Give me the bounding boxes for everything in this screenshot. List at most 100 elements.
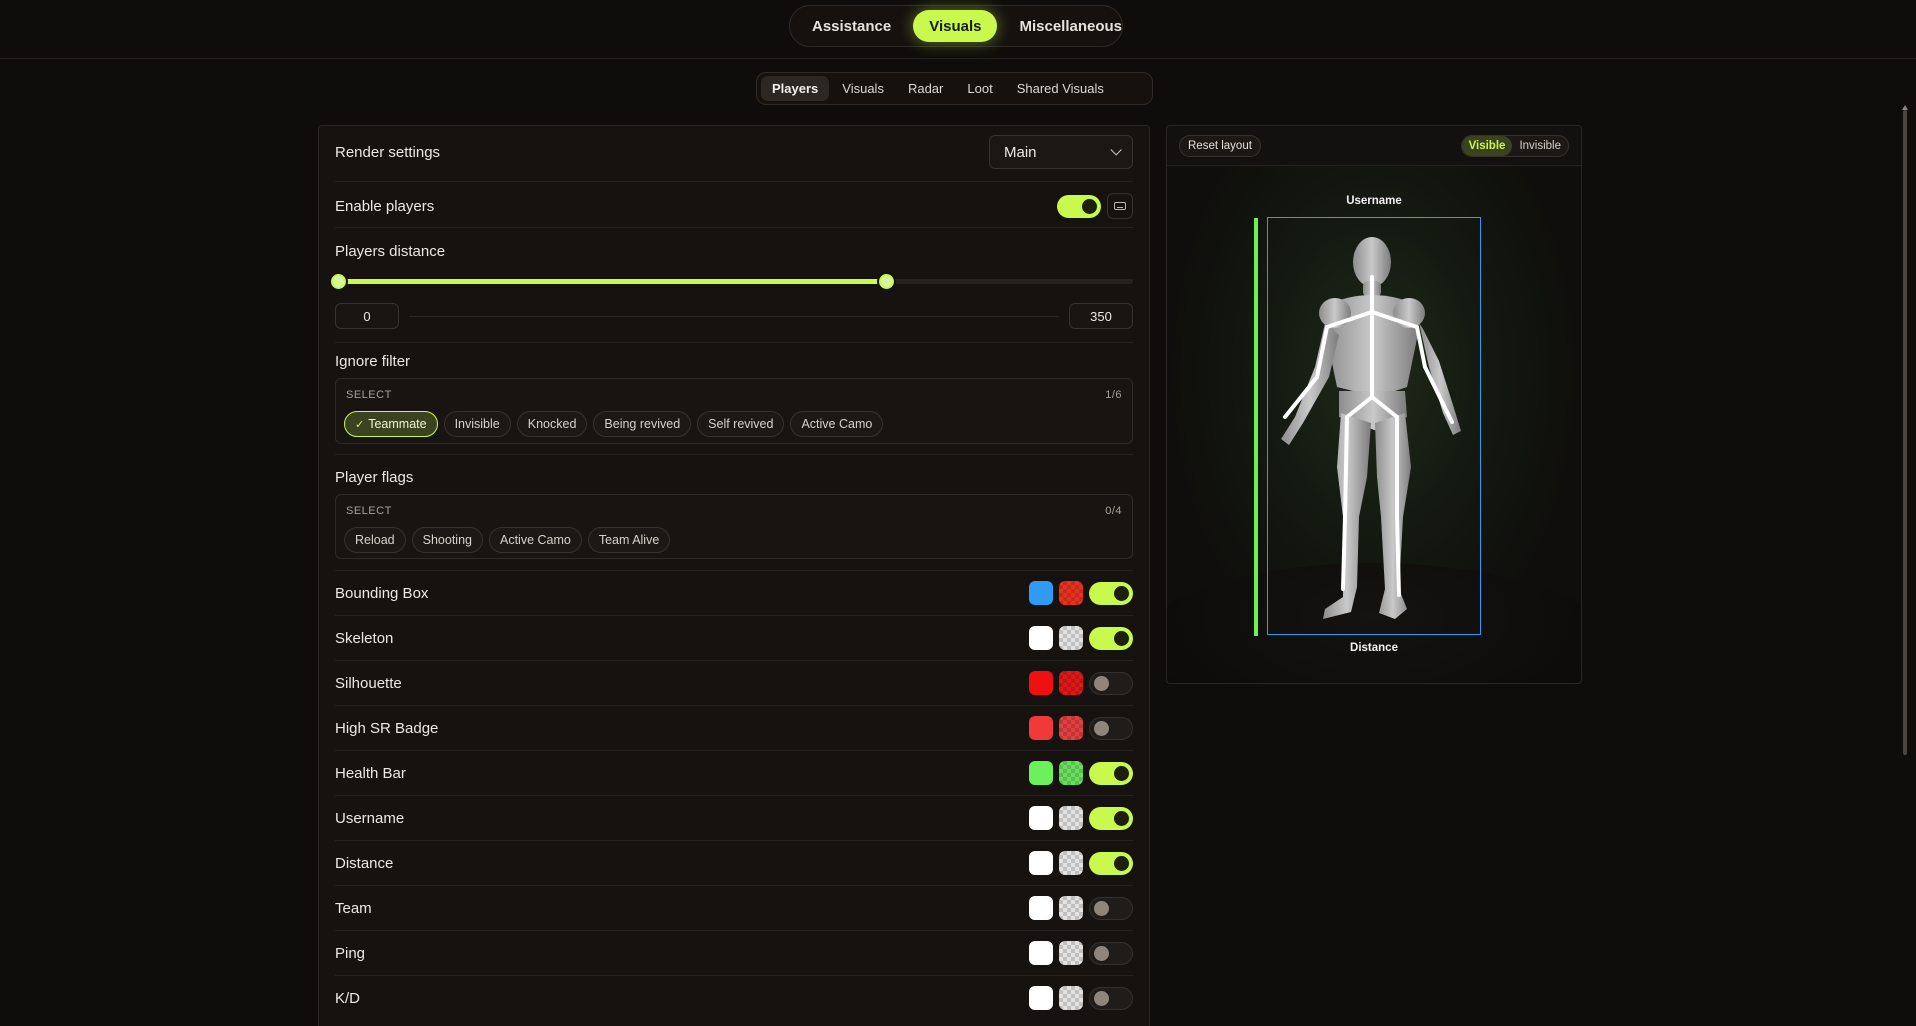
primary-color-swatch[interactable] <box>1029 671 1053 695</box>
chip-being-revived[interactable]: Being revived <box>593 411 692 437</box>
slider-max-handle[interactable] <box>879 274 895 289</box>
primary-color-swatch[interactable] <box>1029 716 1053 740</box>
divider <box>335 975 1133 976</box>
feature-row-team: Team <box>335 895 1133 921</box>
feature-row-health-bar: Health Bar <box>335 760 1133 786</box>
visible-option[interactable]: Visible <box>1461 136 1513 156</box>
feature-toggle[interactable] <box>1089 851 1133 875</box>
player-flags-row: Player flags <box>335 467 1133 487</box>
chip-active-camo[interactable]: Active Camo <box>488 527 582 553</box>
secondary-color-swatch[interactable] <box>1059 941 1083 965</box>
page-scrollbar[interactable] <box>1903 110 1907 755</box>
reset-layout-button[interactable]: Reset layout <box>1179 135 1261 157</box>
chevron-down-icon <box>1110 144 1122 156</box>
render-settings-value: Main <box>1004 143 1037 161</box>
secondary-color-swatch[interactable] <box>1059 761 1083 785</box>
sub-tab-bar: Players Visuals Radar Loot Shared Visual… <box>756 72 1153 105</box>
feature-label: Username <box>335 809 405 827</box>
feature-toggle[interactable] <box>1089 671 1133 695</box>
feature-toggle[interactable] <box>1089 941 1133 965</box>
primary-color-swatch[interactable] <box>1029 761 1053 785</box>
preview-bounding-box[interactable] <box>1267 217 1481 635</box>
chip-shooting[interactable]: Shooting <box>411 527 483 553</box>
feature-toggle[interactable] <box>1089 896 1133 920</box>
feature-label: Health Bar <box>335 764 406 782</box>
divider <box>335 342 1133 343</box>
primary-color-swatch[interactable] <box>1029 986 1053 1010</box>
preview-distance-label[interactable]: Distance <box>1167 642 1581 654</box>
feature-label: Bounding Box <box>335 584 429 602</box>
feature-label: Distance <box>335 854 394 872</box>
secondary-color-swatch[interactable] <box>1059 806 1083 830</box>
secondary-color-swatch[interactable] <box>1059 896 1083 920</box>
feature-toggle[interactable] <box>1089 581 1133 605</box>
subtab-visuals[interactable]: Visuals <box>831 76 895 101</box>
feature-row-bounding-box: Bounding Box <box>335 580 1133 606</box>
primary-color-swatch[interactable] <box>1029 626 1053 650</box>
esp-preview-panel: Reset layout Visible Invisible Username <box>1166 125 1582 684</box>
chip-self-revived[interactable]: Self revived <box>697 411 785 437</box>
feature-toggle[interactable] <box>1089 761 1133 785</box>
secondary-color-swatch[interactable] <box>1059 716 1083 740</box>
feature-label: Skeleton <box>335 629 394 647</box>
distance-max-input[interactable]: 350 <box>1069 303 1133 329</box>
primary-color-swatch[interactable] <box>1029 581 1053 605</box>
enable-players-row: Enable players <box>335 192 1133 220</box>
feature-row-skeleton: Skeleton <box>335 625 1133 651</box>
preview-header: Reset layout Visible Invisible <box>1167 126 1581 166</box>
slider-fill <box>337 279 887 284</box>
divider <box>335 885 1133 886</box>
secondary-color-swatch[interactable] <box>1059 626 1083 650</box>
subtab-shared-visuals[interactable]: Shared Visuals <box>1006 76 1115 101</box>
chip-reload[interactable]: Reload <box>344 527 406 553</box>
ignore-filter-label: Ignore filter <box>335 352 411 370</box>
chip-active-camo[interactable]: Active Camo <box>790 411 884 437</box>
tab-assistance[interactable]: Assistance <box>796 10 907 42</box>
tab-miscellaneous[interactable]: Miscellaneous <box>1003 10 1138 42</box>
preview-health-bar[interactable] <box>1254 218 1258 636</box>
feature-toggle[interactable] <box>1089 716 1133 740</box>
chip-knocked[interactable]: Knocked <box>516 411 588 437</box>
header-divider <box>0 58 1916 59</box>
subtab-radar[interactable]: Radar <box>897 76 954 101</box>
secondary-color-swatch[interactable] <box>1059 581 1083 605</box>
primary-color-swatch[interactable] <box>1029 806 1053 830</box>
secondary-color-swatch[interactable] <box>1059 851 1083 875</box>
render-settings-dropdown[interactable]: Main <box>989 135 1133 169</box>
divider <box>335 227 1133 228</box>
feature-row-distance: Distance <box>335 850 1133 876</box>
feature-label: Ping <box>335 944 366 962</box>
primary-color-swatch[interactable] <box>1029 851 1053 875</box>
secondary-color-swatch[interactable] <box>1059 671 1083 695</box>
primary-color-swatch[interactable] <box>1029 896 1053 920</box>
divider <box>335 930 1133 931</box>
feature-toggle[interactable] <box>1089 626 1133 650</box>
feature-row-high-sr-badge: High SR Badge <box>335 715 1133 741</box>
primary-color-swatch[interactable] <box>1029 941 1053 965</box>
chip-team-alive[interactable]: Team Alive <box>587 527 671 553</box>
subtab-players[interactable]: Players <box>761 76 830 101</box>
divider <box>335 795 1133 796</box>
ignore-filter-select: SELECT 1/6 ✓ Teammate Invisible Knocked B… <box>335 378 1133 444</box>
feature-toggle[interactable] <box>1089 986 1133 1010</box>
enable-players-label: Enable players <box>335 197 435 215</box>
keybind-button[interactable] <box>1107 193 1133 219</box>
preview-username-label[interactable]: Username <box>1167 195 1581 207</box>
player-flags-select: SELECT 0/4 Reload Shooting Active Camo T… <box>335 494 1133 559</box>
feature-toggle[interactable] <box>1089 806 1133 830</box>
enable-players-toggle[interactable] <box>1057 194 1101 218</box>
slider-min-handle[interactable] <box>331 274 346 289</box>
tab-visuals[interactable]: Visuals <box>913 10 998 42</box>
player-flags-label: Player flags <box>335 468 414 486</box>
render-settings-row: Render settings Main <box>335 135 1133 169</box>
subtab-loot[interactable]: Loot <box>956 76 1003 101</box>
feature-row-k-d: K/D <box>335 985 1133 1011</box>
players-distance-slider[interactable] <box>331 274 1133 289</box>
distance-min-input[interactable]: 0 <box>335 303 399 329</box>
secondary-color-swatch[interactable] <box>1059 986 1083 1010</box>
players-distance-label: Players distance <box>335 242 446 260</box>
invisible-option[interactable]: Invisible <box>1512 136 1568 156</box>
feature-row-silhouette: Silhouette <box>335 670 1133 696</box>
chip-invisible[interactable]: Invisible <box>443 411 511 437</box>
chip-teammate[interactable]: ✓ Teammate <box>344 411 438 437</box>
